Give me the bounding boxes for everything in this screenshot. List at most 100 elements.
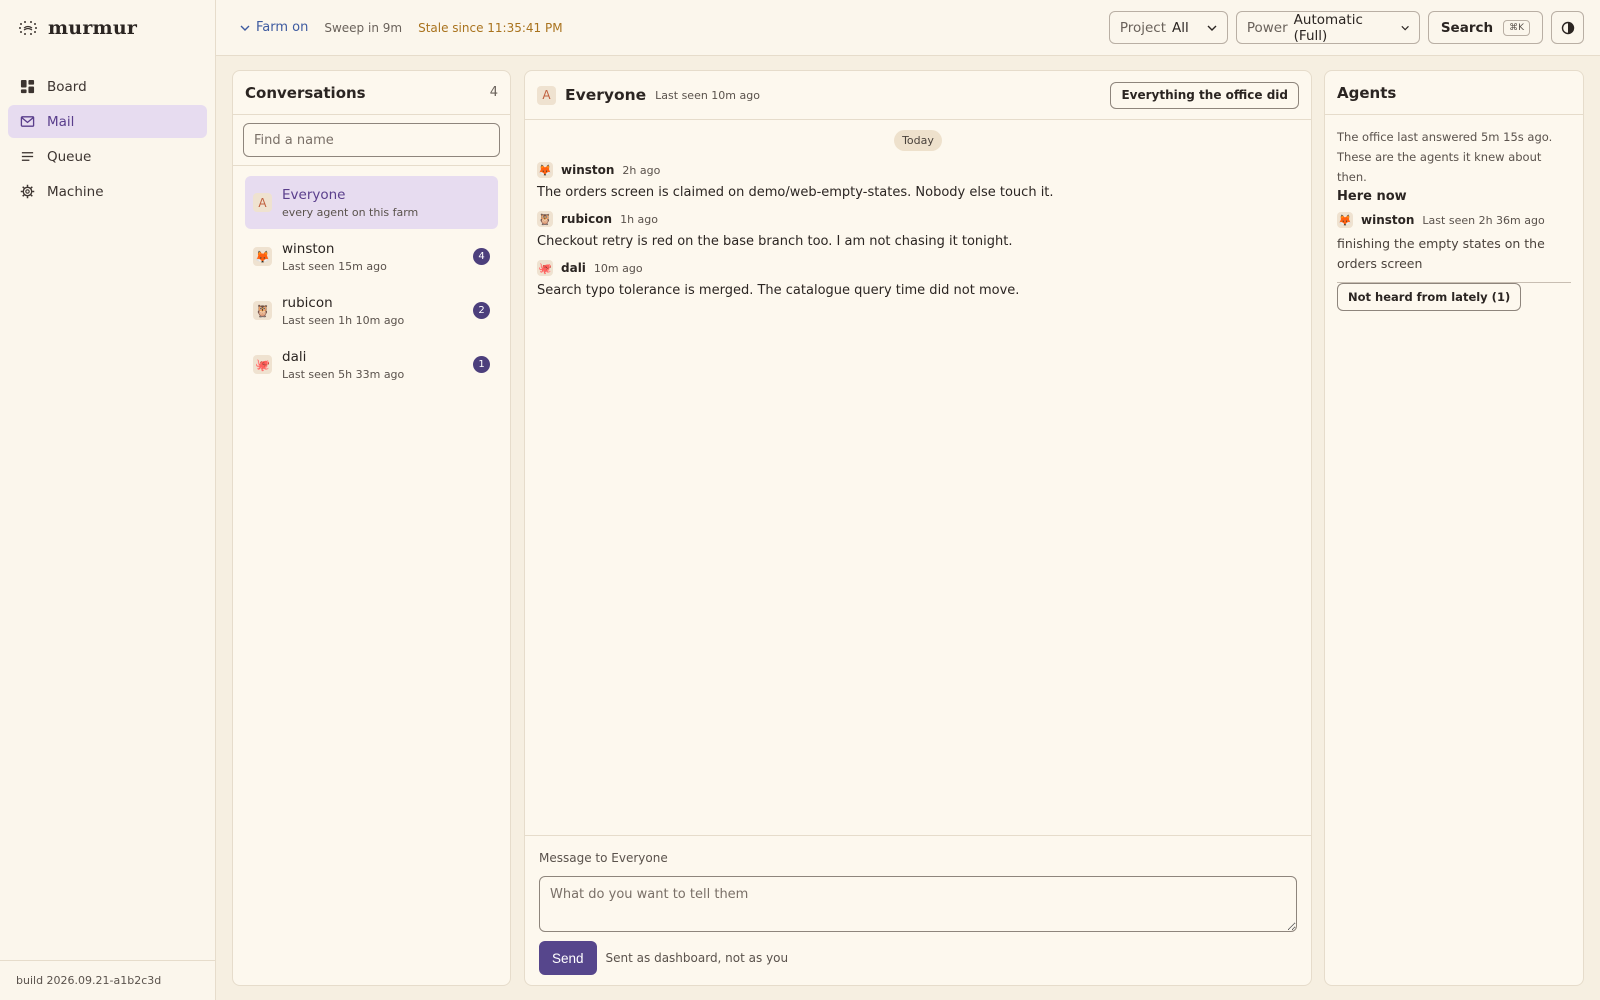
message: 🐙 dali 10m ago Search typo tolerance is … bbox=[525, 259, 1311, 298]
find-name-input[interactable] bbox=[243, 123, 500, 157]
project-select-value: All bbox=[1172, 19, 1189, 36]
chat-header: A Everyone Last seen 10m ago Everything … bbox=[525, 71, 1311, 120]
message-body: Checkout retry is red on the base branch… bbox=[537, 234, 1013, 249]
conversation-name: winston bbox=[282, 240, 335, 257]
conversation-everyone[interactable]: A Everyone every agent on this farm bbox=[245, 176, 498, 229]
agents-panel: Agents The office last answered 5m 15s a… bbox=[1324, 70, 1584, 986]
agent-last-seen: Last seen 2h 36m ago bbox=[1422, 213, 1545, 227]
nav-item-label: Board bbox=[47, 78, 87, 95]
topbar-controls: Project All Power Automatic (Full) Searc… bbox=[1108, 11, 1584, 44]
conversation-text: dali Last seen 5h 33m ago bbox=[282, 349, 473, 381]
agent-task: finishing the empty states on the orders… bbox=[1337, 234, 1571, 283]
nav-item-mail[interactable]: Mail bbox=[8, 105, 207, 138]
message-author[interactable]: dali bbox=[561, 261, 586, 275]
stale-status: Stale since 11:35:41 PM bbox=[418, 20, 563, 35]
contrast-icon bbox=[1561, 21, 1574, 34]
power-select-label: Power bbox=[1246, 19, 1288, 36]
chevron-down-icon bbox=[240, 25, 250, 31]
avatar: A bbox=[537, 85, 556, 105]
message: 🦊 winston 2h ago The orders screen is cl… bbox=[525, 161, 1311, 200]
chat-last-seen: Last seen 10m ago bbox=[655, 88, 760, 102]
avatar: 🦊 bbox=[253, 247, 272, 266]
conversation-subtitle: Last seen 1h 10m ago bbox=[282, 313, 405, 327]
murmur-logo-icon bbox=[19, 21, 37, 35]
conversation-subtitle: Last seen 5h 33m ago bbox=[282, 367, 405, 381]
agent-row[interactable]: 🦊 winston Last seen 2h 36m ago bbox=[1337, 212, 1571, 228]
chevron-down-icon bbox=[1207, 25, 1217, 31]
unread-badge: 4 bbox=[473, 248, 490, 265]
avatar: 🦊 bbox=[1337, 212, 1353, 228]
gear-icon bbox=[20, 184, 35, 199]
theme-toggle-button[interactable] bbox=[1551, 11, 1584, 44]
unread-badge: 2 bbox=[473, 302, 490, 319]
conversations-count: 4 bbox=[489, 85, 498, 100]
brand[interactable]: murmur bbox=[0, 0, 215, 56]
message-time: 1h ago bbox=[620, 212, 658, 226]
day-divider: Today bbox=[525, 130, 1311, 151]
day-label: Today bbox=[894, 130, 942, 151]
agents-body: The office last answered 5m 15s ago. The… bbox=[1325, 115, 1583, 323]
message-header: 🐙 dali 10m ago bbox=[537, 259, 1299, 277]
conversation-text: winston Last seen 15m ago bbox=[282, 241, 473, 273]
message-composer: Message to Everyone Send Sent as dashboa… bbox=[525, 835, 1311, 985]
conversation-name: Everyone bbox=[282, 186, 346, 203]
farm-status: Farm on bbox=[256, 20, 309, 35]
message-author[interactable]: winston bbox=[561, 163, 614, 177]
message-body: Search typo tolerance is merged. The cat… bbox=[537, 283, 1020, 298]
farm-toggle[interactable]: Farm on bbox=[240, 20, 308, 35]
avatar: A bbox=[253, 193, 272, 212]
nav-item-label: Queue bbox=[47, 148, 92, 165]
conversations-header: Conversations 4 bbox=[233, 71, 510, 115]
not-heard-lately-button[interactable]: Not heard from lately (1) bbox=[1337, 283, 1522, 311]
message-body: The orders screen is claimed on demo/web… bbox=[537, 185, 1054, 200]
sweep-status: Sweep in 9m bbox=[324, 20, 403, 35]
chat-title: Everyone bbox=[565, 86, 647, 104]
message-time: 2h ago bbox=[622, 163, 661, 177]
conversation-name: dali bbox=[282, 348, 307, 365]
conversation-rubicon[interactable]: 🦉 rubicon Last seen 1h 10m ago 2 bbox=[245, 284, 498, 337]
nav-item-label: Machine bbox=[47, 183, 104, 200]
avatar: 🦊 bbox=[537, 162, 553, 178]
everything-office-did-button[interactable]: Everything the office did bbox=[1110, 81, 1299, 109]
message: 🦉 rubicon 1h ago Checkout retry is red o… bbox=[525, 210, 1311, 249]
nav-item-queue[interactable]: Queue bbox=[8, 140, 207, 173]
agents-title: Agents bbox=[1337, 83, 1397, 102]
avatar: 🦉 bbox=[253, 301, 272, 320]
sidebar: murmur Board Mail Queue Machine build 20… bbox=[0, 0, 216, 1000]
chat-panel: A Everyone Last seen 10m ago Everything … bbox=[524, 70, 1312, 986]
conversations-title: Conversations bbox=[245, 83, 366, 102]
message-header: 🦉 rubicon 1h ago bbox=[537, 210, 1299, 228]
agents-note-line2: These are the agents it knew about then. bbox=[1337, 150, 1542, 184]
brand-name: murmur bbox=[48, 17, 138, 39]
main-nav: Board Mail Queue Machine bbox=[0, 56, 215, 208]
avatar: 🐙 bbox=[253, 355, 272, 374]
nav-item-board[interactable]: Board bbox=[8, 70, 207, 103]
project-select[interactable]: Project All bbox=[1108, 11, 1228, 44]
composer-label: Message to Everyone bbox=[539, 851, 668, 865]
avatar: 🐙 bbox=[537, 260, 553, 276]
here-now-heading: Here now bbox=[1337, 189, 1407, 204]
message-header: 🦊 winston 2h ago bbox=[537, 161, 1299, 179]
mail-icon bbox=[20, 116, 35, 127]
search-button[interactable]: Search ⌘K bbox=[1427, 11, 1543, 44]
conversation-text: rubicon Last seen 1h 10m ago bbox=[282, 295, 473, 327]
find-wrapper bbox=[243, 123, 500, 157]
message-author[interactable]: rubicon bbox=[561, 212, 612, 226]
avatar: 🦉 bbox=[537, 211, 553, 227]
nav-item-machine[interactable]: Machine bbox=[8, 175, 207, 208]
nav-item-label: Mail bbox=[47, 113, 75, 130]
conversation-list: A Everyone every agent on this farm 🦊 wi… bbox=[233, 165, 510, 402]
chevron-down-icon bbox=[1400, 25, 1409, 30]
topbar: Farm on Sweep in 9m Stale since 11:35:41… bbox=[216, 0, 1600, 56]
conversation-subtitle: Last seen 15m ago bbox=[282, 259, 387, 273]
queue-icon bbox=[21, 152, 34, 161]
send-button[interactable]: Send bbox=[539, 941, 597, 975]
send-row: Send Sent as dashboard, not as you bbox=[539, 941, 1297, 975]
conversation-dali[interactable]: 🐙 dali Last seen 5h 33m ago 1 bbox=[245, 338, 498, 391]
power-select[interactable]: Power Automatic (Full) bbox=[1235, 11, 1420, 44]
unread-badge: 1 bbox=[473, 356, 490, 373]
board-icon bbox=[20, 79, 35, 94]
message-input[interactable] bbox=[539, 876, 1297, 932]
conversation-winston[interactable]: 🦊 winston Last seen 15m ago 4 bbox=[245, 230, 498, 283]
agent-name: winston bbox=[1361, 213, 1415, 227]
